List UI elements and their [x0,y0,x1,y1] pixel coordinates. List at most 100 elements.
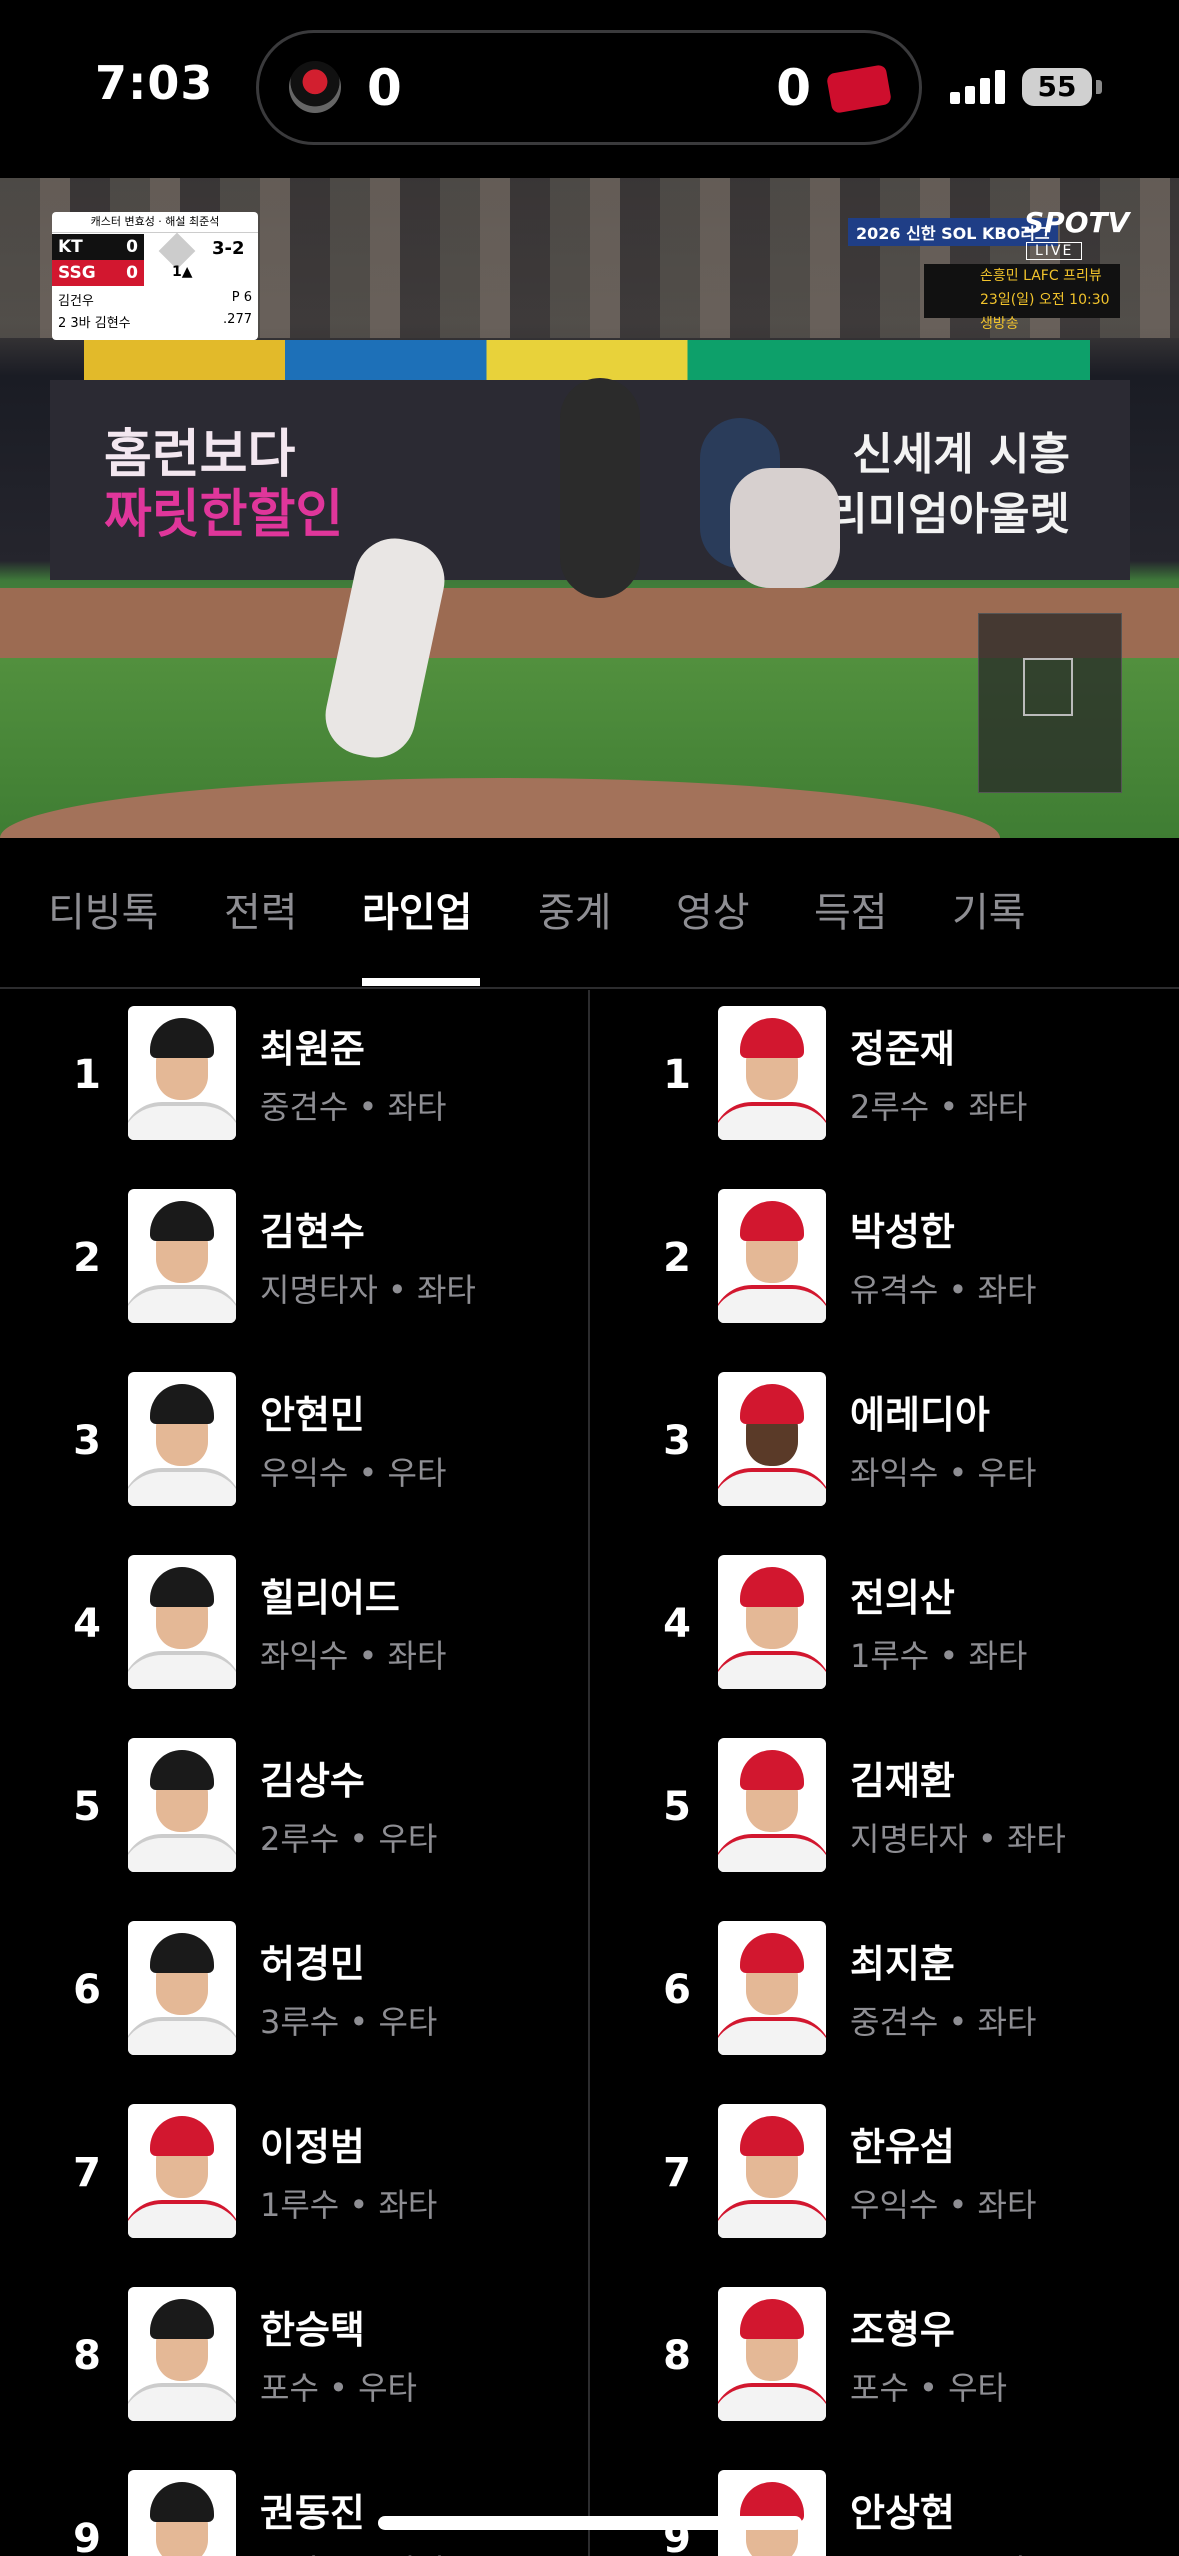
player-position: 중견수 • 좌타 [260,1088,447,1126]
away-score: 0 [776,59,811,117]
tab-scoring[interactable]: 득점 [814,880,888,938]
lineup-away: 1 정준재 2루수 • 좌타 2 박성한 유격수 • 좌타 3 에레디아 좌익수 • 우타 … [590,990,1179,2556]
lineup-row[interactable]: 5 김재환 지명타자 • 좌타 [590,1722,1179,1905]
player-name: 김재환 [850,1759,955,1803]
batting-order: 1 [73,1052,101,1098]
player-position: 좌익수 • 우타 [850,1454,1037,1492]
player-photo [718,2287,826,2421]
batting-order: 5 [663,1784,691,1830]
player-position: 3루수 • 우타 [260,2003,438,2041]
tab-video[interactable]: 영상 [676,880,750,938]
player-photo [128,2104,236,2238]
cellular-signal-icon [950,70,1006,104]
player-photo [128,2287,236,2421]
player-name: 힐리어드 [260,1576,400,1620]
player-photo [128,1738,236,1872]
battery-icon: 55 [1022,68,1092,106]
lineup-row[interactable]: 2 박성한유격수 • 좌타 [590,1173,1179,1356]
clock: 7:03 [95,56,214,110]
player-position: 우익수 • 우타 [260,1454,447,1492]
lineup-row[interactable]: 2 김현수 지명타자 • 좌타 [0,1173,589,1356]
player-name: 허경민 [260,1942,365,1986]
player-position: 좌익수 • 좌타 [260,1637,447,1675]
batting-order: 4 [663,1601,691,1647]
lineup-row[interactable]: 8 조형우 포수 • 우타 [590,2271,1179,2454]
lineup-row[interactable]: 7 한유섬 우익수 • 좌타 [590,2088,1179,2271]
batting-order: 7 [663,2150,691,2196]
lineup-row[interactable]: 3 안현민우익수 • 우타 [0,1356,589,1539]
player-position: 3루수 • 우타 [850,2546,1027,2556]
player-name: 전의산 [850,1576,955,1620]
promo-banner: 손흥민 LAFC 프리뷰 23일(일) 오전 10:30 생방송 [924,264,1120,332]
batting-order: 3 [73,1418,101,1464]
lineup-row[interactable]: 1 최원준중견수 • 좌타 [0,990,589,1173]
scorebug-title: 캐스터 변효성 · 해설 최준석 [52,212,258,233]
player-position: 1루수 • 좌타 [850,1637,1028,1675]
live-label: LIVE [1026,242,1083,260]
lineup-row[interactable]: 6 허경민 3루수 • 우타 [0,1905,589,2088]
video-player[interactable]: 홈런보다 짜릿한할인 신세계 시흥 프리미엄아울렛 캐스터 변효성 · 해설 최… [0,178,1179,838]
tab-tving-talk[interactable]: 티빙톡 [48,880,158,938]
scorebug-team1: KT 0 [52,234,144,260]
tab-lineup[interactable]: 라인업 [362,880,472,938]
batting-order: 6 [663,1967,691,2013]
tab-broadcast[interactable]: 중계 [538,880,612,938]
ad-left-line1: 홈런보다 [104,425,296,485]
player-position: 유격수 • 좌타 [260,2546,446,2556]
player-name: 최지훈 [850,1942,955,1986]
strike-zone-icon [1023,658,1073,716]
tab-strength[interactable]: 전력 [224,880,298,938]
player-photo [128,1921,236,2055]
lineup-row[interactable]: 8 한승택 포수 • 우타 [0,2271,589,2454]
batting-order: 2 [73,1235,101,1281]
lineup-row[interactable]: 6 최지훈 중견수 • 좌타 [590,1905,1179,2088]
player-name: 에레디아 [850,1393,990,1437]
tab-divider [0,987,1179,989]
lineup-row[interactable]: 5 김상수 2루수 • 우타 [0,1722,589,1905]
lineup-row[interactable]: 9안상현3루수 • 우타 [590,2454,1179,2556]
batting-order: 8 [663,2333,691,2379]
ad-left-line2: 짜릿한할인 [104,485,344,545]
player-photo [128,1372,236,1506]
player-name: 최원준 [260,1027,365,1071]
scorebug-team2: SSG 0 [52,260,144,286]
lineup-home: 1 최원준 중견수 • 좌타 2 김현수 지명타자 • 좌타 3 안현민 우익수 • 우타 … [0,990,589,2556]
player-position: 2루수 • 우타 [260,1820,438,1858]
home-score: 0 [367,59,402,117]
inning-indicator: 1▲ [172,264,193,280]
player-photo [128,1189,236,1323]
lineup-row[interactable]: 7 이정범 1루수 • 좌타 [0,2088,589,2271]
player-photo [718,1921,826,2055]
status-bar: 7:03 0 0 55 [0,0,1179,178]
player-position: 2루수 • 좌타 [850,1088,1028,1126]
player-position: 1루수 • 좌타 [260,2186,438,2224]
batting-order: 2 [663,1235,691,1281]
player-name: 안상현 [850,2491,955,2535]
player-photo [718,2104,826,2238]
ball-strike-count: 3-2 [212,238,245,259]
home-indicator[interactable] [378,2516,802,2530]
lineup-row[interactable]: 9 권동진유격수 • 좌타 [0,2454,589,2556]
ad-right-line1: 신세계 시흥 [852,429,1070,480]
player-photo [128,2470,236,2556]
player-name: 이정범 [260,2125,365,2169]
catcher-figure [730,468,840,588]
pitchers-mound [0,778,1000,838]
lineup-row[interactable]: 1 정준재 2루수 • 좌타 [590,990,1179,1173]
active-tab-indicator [362,978,480,986]
player-name: 권동진 [260,2491,365,2535]
current-batter: 2 3바 김현수 [58,316,131,331]
tab-records[interactable]: 기록 [952,880,1026,938]
current-pitcher: 김건우 [58,294,94,309]
live-activity-scoreboard[interactable]: 0 0 [256,30,922,145]
player-position: 유격수 • 좌타 [850,1271,1037,1309]
player-name: 안현민 [260,1393,365,1437]
player-photo [128,1555,236,1689]
lineup-row[interactable]: 3 에레디아 좌익수 • 우타 [590,1356,1179,1539]
player-photo [718,1006,826,1140]
player-name: 박성한 [850,1210,955,1254]
lineup-row[interactable]: 4 전의산 1루수 • 좌타 [590,1539,1179,1722]
lineup-row[interactable]: 4 힐리어드 좌익수 • 좌타 [0,1539,589,1722]
player-position: 포수 • 우타 [260,2369,417,2407]
player-photo [718,2470,826,2556]
